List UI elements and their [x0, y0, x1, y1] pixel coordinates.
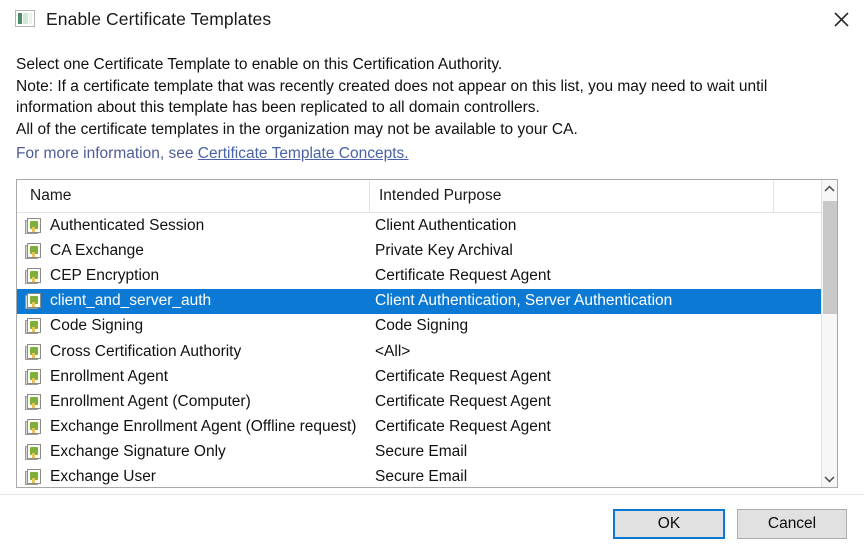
certificate-templates-icon: [15, 10, 35, 28]
description-line-1: Select one Certificate Template to enabl…: [16, 56, 503, 73]
row-name-cell: client_and_server_auth: [17, 292, 369, 310]
table-row[interactable]: Code Signing Code Signing: [17, 314, 822, 339]
row-purpose-label: Certificate Request Agent: [375, 266, 551, 284]
row-name-label: Authenticated Session: [50, 216, 205, 234]
row-purpose-label: Certificate Request Agent: [375, 392, 551, 410]
row-purpose-label: Certificate Request Agent: [375, 418, 551, 436]
column-header-name[interactable]: Name: [17, 180, 369, 212]
list-header-row: Name Intended Purpose: [17, 180, 837, 213]
scroll-down-icon[interactable]: [822, 470, 837, 487]
row-purpose-label: Secure Email: [375, 443, 468, 461]
list-scrollbar[interactable]: [821, 180, 837, 487]
link-prefix-text: For more information, see: [16, 145, 198, 162]
row-name-label: CEP Encryption: [50, 266, 160, 284]
certificate-template-icon: [25, 242, 42, 259]
scroll-up-icon[interactable]: [822, 180, 837, 197]
more-information-line: For more information, see Certificate Te…: [16, 143, 850, 165]
certificate-template-icon: [25, 469, 42, 486]
certificate-template-icon: [25, 419, 42, 436]
certificate-templates-list[interactable]: Name Intended Purpose Authenticated Sess…: [16, 179, 838, 488]
row-name-label: CA Exchange: [50, 241, 144, 259]
table-row[interactable]: Exchange Enrollment Agent (Offline reque…: [17, 415, 822, 440]
window-title: Enable Certificate Templates: [46, 8, 272, 29]
column-header-intended-purpose[interactable]: Intended Purpose: [369, 180, 773, 212]
table-row[interactable]: Authenticated Session Client Authenticati…: [17, 213, 822, 238]
row-name-cell: Enrollment Agent: [17, 368, 369, 386]
ok-button[interactable]: OK: [613, 509, 725, 539]
certificate-template-icon: [25, 267, 42, 284]
table-row[interactable]: Cross Certification Authority <All>: [17, 339, 822, 364]
row-name-cell: Exchange Enrollment Agent (Offline reque…: [17, 418, 369, 436]
table-row[interactable]: Exchange Signature Only Secure Email: [17, 440, 822, 465]
row-name-label: Exchange Enrollment Agent (Offline reque…: [50, 418, 357, 436]
certificate-template-icon: [25, 318, 42, 335]
description-line-2: Note: If a certificate template that was…: [16, 77, 768, 95]
row-purpose-label: Certificate Request Agent: [375, 367, 551, 385]
certificate-template-concepts-link[interactable]: Certificate Template Concepts.: [198, 145, 409, 162]
row-name-cell: Cross Certification Authority: [17, 343, 369, 361]
scrollbar-thumb[interactable]: [823, 201, 837, 314]
table-row[interactable]: client_and_server_auth Client Authenticat…: [17, 288, 822, 314]
row-name-cell: Authenticated Session: [17, 217, 369, 235]
description-block: Select one Certificate Template to enabl…: [16, 54, 850, 165]
certificate-template-icon: [25, 293, 42, 310]
row-purpose-label: <All>: [375, 342, 411, 360]
row-name-label: Code Signing: [50, 317, 144, 335]
list-rows[interactable]: Authenticated Session Client Authenticati…: [17, 213, 822, 487]
row-name-label: Cross Certification Authority: [50, 342, 242, 360]
cancel-button[interactable]: Cancel: [737, 509, 847, 539]
table-row[interactable]: Exchange User Secure Email: [17, 465, 822, 487]
table-row[interactable]: Enrollment Agent (Computer) Certificate R…: [17, 389, 822, 414]
row-name-cell: Exchange Signature Only: [17, 443, 369, 461]
row-purpose-label: Client Authentication: [375, 216, 517, 234]
row-name-label: client_and_server_auth: [50, 292, 212, 310]
row-purpose-label: Private Key Archival: [375, 241, 513, 259]
description-line-3: information about this template has been…: [16, 99, 540, 116]
row-name-label: Enrollment Agent: [50, 367, 169, 385]
row-name-label: Exchange Signature Only: [50, 443, 226, 461]
certificate-template-icon: [25, 343, 42, 360]
row-name-cell: Enrollment Agent (Computer): [17, 393, 369, 411]
title-bar: Enable Certificate Templates: [0, 0, 864, 38]
row-name-cell: Code Signing: [17, 317, 369, 335]
certificate-template-icon: [25, 444, 42, 461]
description-line-4: All of the certificate templates in the …: [16, 120, 578, 138]
row-name-label: Exchange User: [50, 468, 156, 486]
row-name-cell: CEP Encryption: [17, 267, 369, 285]
row-name-cell: CA Exchange: [17, 242, 369, 260]
certificate-template-icon: [25, 393, 42, 410]
close-icon[interactable]: [818, 0, 864, 38]
row-name-label: Enrollment Agent (Computer): [50, 392, 251, 410]
certificate-template-icon: [25, 368, 42, 385]
row-purpose-label: Code Signing: [375, 317, 469, 335]
table-row[interactable]: CEP Encryption Certificate Request Agent: [17, 263, 822, 288]
dialog-footer: OK Cancel: [0, 495, 864, 551]
table-row[interactable]: Enrollment Agent Certificate Request Agen…: [17, 364, 822, 389]
row-purpose-label: Client Authentication, Server Authentica…: [375, 292, 673, 310]
row-purpose-label: Secure Email: [375, 468, 468, 486]
row-name-cell: Exchange User: [17, 468, 369, 486]
certificate-template-icon: [25, 217, 42, 234]
table-row[interactable]: CA Exchange Private Key Archival: [17, 238, 822, 263]
